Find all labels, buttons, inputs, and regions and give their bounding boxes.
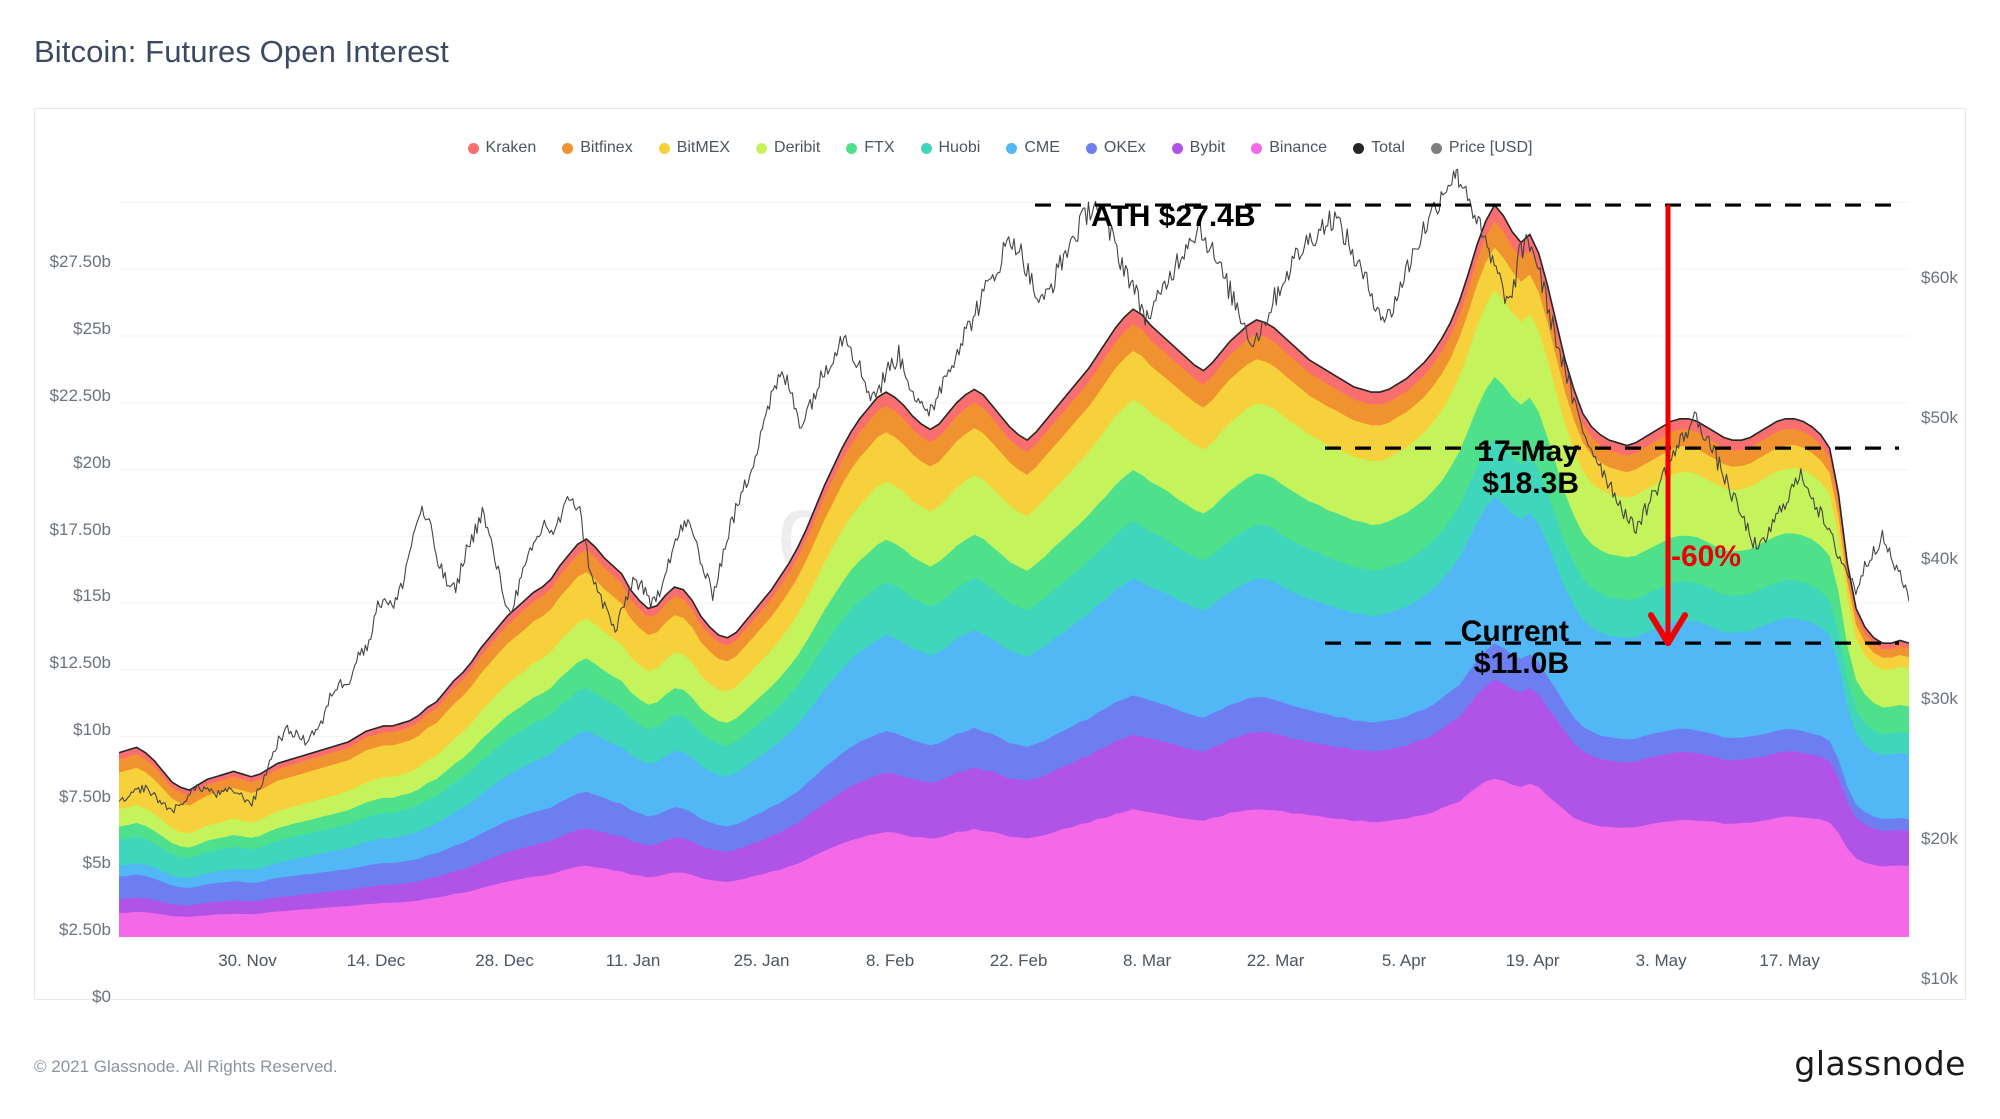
y-axis-left-tick: $25b: [73, 319, 111, 339]
chart-legend: Kraken Bitfinex BitMEX Deribit FTX Huobi CME OK…: [35, 139, 1965, 157]
legend-label: FTX: [864, 139, 895, 156]
drawdown-annotation: -60%: [1671, 541, 1741, 573]
may17-annotation-line2: $18.3B: [1482, 466, 1579, 500]
copyright-text: © 2021 Glassnode. All Rights Reserved.: [34, 1057, 338, 1076]
legend-label: OKEx: [1103, 139, 1146, 156]
legend-dot-icon: [1353, 142, 1365, 154]
plot-area: glassnode $0$2.50b$5b$7.50b$10b$12.50b$1…: [50, 169, 1958, 1006]
legend-dot-icon: [1006, 142, 1018, 154]
legend-item-bitmex[interactable]: BitMEX: [658, 139, 731, 157]
y-axis-left-tick: $5b: [82, 853, 111, 873]
legend-dot-icon: [562, 142, 574, 154]
y-axis-left-tick: $2.50b: [59, 920, 111, 940]
legend-item-ftx[interactable]: FTX: [846, 139, 895, 157]
legend-dot-icon: [846, 142, 858, 154]
y-axis-left-tick: $10b: [73, 719, 111, 739]
legend-item-deribit[interactable]: Deribit: [756, 139, 820, 157]
y-axis-left-tick: $20b: [73, 452, 111, 472]
y-axis-left-tick: $22.50b: [49, 385, 111, 405]
glassnode-logo: glassnode: [1794, 1044, 1966, 1083]
legend-label: Price [USD]: [1448, 139, 1533, 156]
legend-label: Bitfinex: [580, 139, 633, 156]
legend-label: BitMEX: [676, 139, 731, 156]
x-axis-tick: 3. May: [1635, 951, 1687, 970]
chart-page: Bitcoin: Futures Open Interest Kraken Bit…: [0, 0, 2000, 1119]
x-axis-tick: 22. Mar: [1246, 951, 1305, 970]
y-axis-right-tick: $20k: [1921, 829, 1958, 849]
x-axis-tick: 25. Jan: [733, 951, 790, 970]
y-axis-left-tick: $15b: [73, 586, 111, 606]
chart-card: Kraken Bitfinex BitMEX Deribit FTX Huobi CME OK…: [34, 108, 1966, 1006]
legend-label: Deribit: [774, 139, 821, 156]
x-axis-tick: 14. Dec: [346, 951, 406, 970]
x-axis-tick: 5. Apr: [1381, 951, 1427, 970]
y-axis-right-tick: $10k: [1921, 969, 1958, 989]
x-axis-tick: 28. Dec: [475, 951, 534, 970]
legend-dot-icon: [756, 142, 768, 154]
y-axis-right-tick: $60k: [1921, 268, 1958, 288]
legend-item-kraken[interactable]: Kraken: [467, 139, 537, 157]
legend-dot-icon: [1171, 142, 1183, 154]
legend-label: Binance: [1269, 139, 1328, 156]
x-axis-tick: 11. Jan: [605, 951, 661, 970]
x-axis-tick: 19. Apr: [1505, 951, 1560, 970]
y-axis-left-tick: $17.50b: [49, 519, 111, 539]
legend-item-cme[interactable]: CME: [1006, 139, 1060, 157]
legend-item-bitfinex[interactable]: Bitfinex: [562, 139, 633, 157]
y-axis-left-tick: $7.50b: [59, 786, 111, 806]
y-axis-left-tick: $12.50b: [49, 653, 111, 673]
legend-label: Huobi: [938, 139, 981, 156]
legend-item-price-usd[interactable]: Price [USD]: [1430, 139, 1533, 157]
legend-item-huobi[interactable]: Huobi: [920, 139, 981, 157]
legend-dot-icon: [1430, 142, 1442, 154]
current-annotation: Current $11.0B: [1461, 616, 1569, 680]
current-annotation-line1: Current: [1460, 615, 1569, 648]
stacked-areas: [119, 205, 1909, 937]
legend-label: CME: [1024, 139, 1060, 156]
legend-label: Kraken: [485, 139, 537, 156]
legend-label: Bybit: [1189, 139, 1226, 156]
legend-item-okex[interactable]: OKEx: [1085, 139, 1146, 157]
y-axis-right-tick: $30k: [1921, 688, 1958, 708]
y-axis-left-tick: $27.50b: [49, 252, 111, 272]
legend-dot-icon: [1251, 142, 1263, 154]
x-axis-tick: 8. Mar: [1123, 951, 1172, 970]
legend-dot-icon: [658, 142, 670, 154]
may17-annotation: 17-May $18.3B: [1477, 436, 1579, 500]
y-axis-right-tick: $50k: [1921, 408, 1958, 428]
x-axis-tick: 22. Feb: [989, 951, 1048, 970]
may17-annotation-line1: 17-May: [1477, 435, 1579, 468]
legend-item-total[interactable]: Total: [1353, 139, 1405, 157]
legend-dot-icon: [1085, 142, 1097, 154]
y-axis-right-tick: $40k: [1921, 548, 1958, 568]
chart-svg: [119, 169, 1909, 937]
current-annotation-line2: $11.0B: [1473, 646, 1569, 680]
ath-annotation: ATH $27.4B: [1091, 201, 1256, 233]
legend-item-binance[interactable]: Binance: [1251, 139, 1327, 157]
legend-label: Total: [1371, 139, 1405, 156]
drawdown-annotation-line1: -60%: [1671, 540, 1742, 573]
x-axis-tick: 17. May: [1759, 951, 1820, 970]
ath-annotation-line1: ATH $27.4B: [1091, 200, 1256, 233]
x-axis-tick: 30. Nov: [218, 951, 277, 970]
legend-dot-icon: [920, 142, 932, 154]
x-axis-tick: 8. Feb: [865, 951, 915, 970]
y-axis-left-tick: $0: [92, 987, 111, 1006]
legend-item-bybit[interactable]: Bybit: [1171, 139, 1226, 157]
legend-dot-icon: [467, 142, 479, 154]
page-title: Bitcoin: Futures Open Interest: [34, 34, 449, 69]
